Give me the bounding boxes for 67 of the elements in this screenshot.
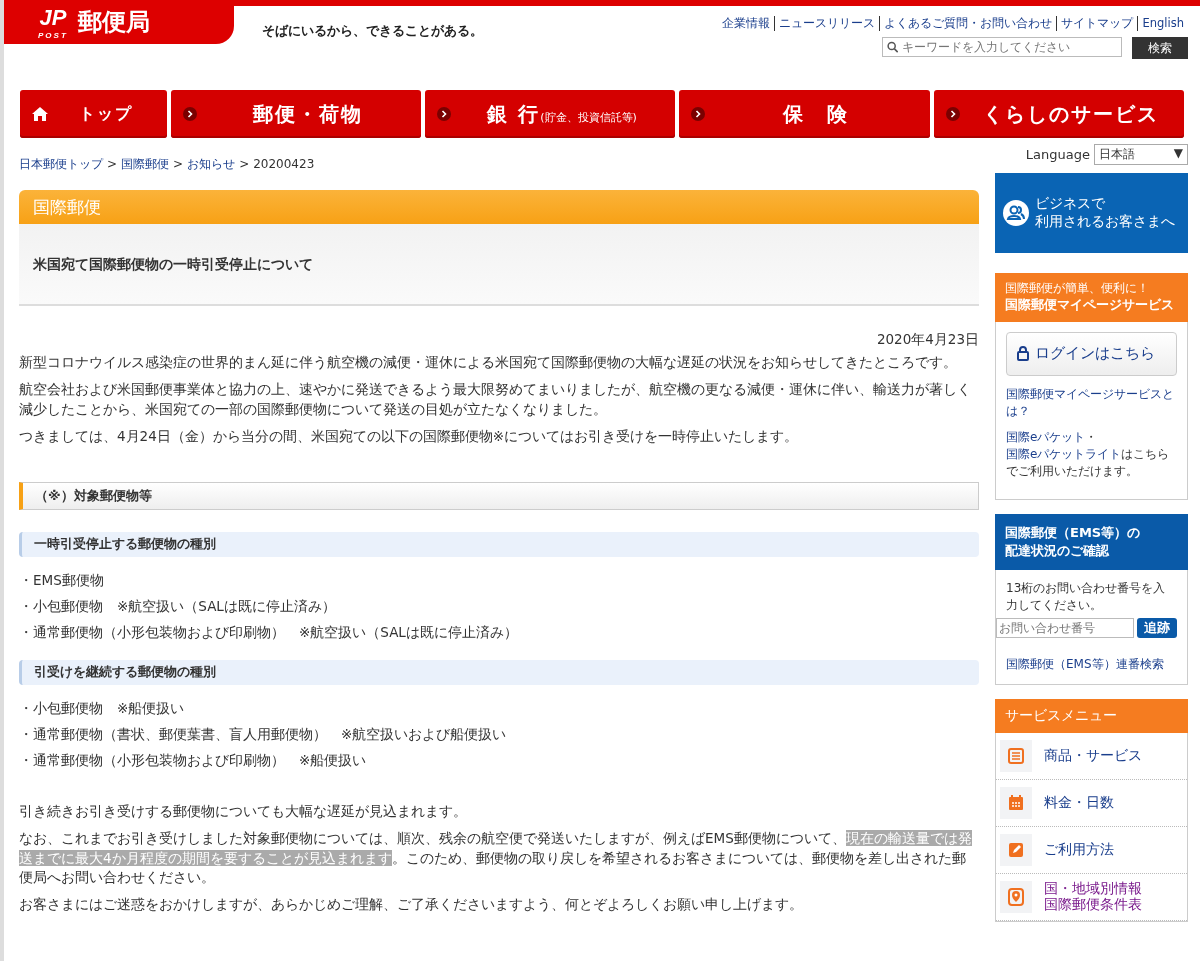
service-menu-link[interactable]: 商品・サービス bbox=[1044, 748, 1142, 764]
search-button[interactable]: 検索 bbox=[1132, 37, 1188, 59]
header-link[interactable]: サイトマップ bbox=[1056, 16, 1138, 31]
paragraph: 新型コロナウイルス感染症の世界的まん延に伴う航空機の減便・運休による米国宛て国際郵便物の大幅な遅延の状況をお知らせしてきたところです。 bbox=[19, 353, 958, 373]
breadcrumb-separator: > bbox=[173, 156, 184, 173]
calendar-icon bbox=[1008, 794, 1024, 811]
list-item: ・通常郵便物（小形包装物および印刷物） ※船便扱い bbox=[19, 751, 368, 771]
header-link[interactable]: よくあるご質問・お問い合わせ bbox=[879, 16, 1057, 31]
language-label: Language bbox=[1025, 147, 1090, 162]
tagline: そばにいるから、できることがある。 bbox=[262, 22, 483, 40]
service-menu-link[interactable]: 国・地域別情報 国際郵便条件表 bbox=[1044, 881, 1142, 913]
edit-icon bbox=[1008, 841, 1024, 858]
business-banner[interactable]: ビジネスで 利用されるお客さまへ bbox=[995, 173, 1188, 253]
category-header: 国際郵便 bbox=[19, 190, 979, 225]
search-field[interactable]: キーワードを入力してください bbox=[882, 37, 1122, 57]
list-icon bbox=[1008, 747, 1024, 764]
paragraph: 引き続きお引き受けする郵便物についても大幅な遅延が見込まれます。 bbox=[19, 802, 468, 822]
epacket-link[interactable]: 国際eパケット bbox=[1006, 429, 1086, 444]
nav-tab[interactable]: 保 険 bbox=[679, 90, 930, 138]
section-heading: （※）対象郵便物等 bbox=[19, 481, 979, 511]
service-menu-title: サービスメニュー bbox=[995, 698, 1188, 733]
mypage-title: 国際郵便マイページサービス bbox=[1005, 296, 1175, 314]
map-pin-icon bbox=[1008, 887, 1024, 906]
tracking-number-input[interactable]: お問い合わせ番号 bbox=[996, 618, 1134, 639]
track-button[interactable]: 追跡 bbox=[1137, 618, 1177, 639]
page-title: 米国宛て国際郵便物の一時引受停止について bbox=[19, 224, 979, 307]
nav-tab[interactable]: 銀 行(貯金、投資信託等) bbox=[424, 90, 676, 138]
people-icon bbox=[1003, 200, 1029, 226]
list-item: ・通常郵便物（書状、郵便葉書、盲人用郵便物） ※航空扱いおよび船便扱い bbox=[19, 724, 508, 744]
header-link[interactable]: 企業情報 bbox=[718, 16, 775, 31]
nav-tab[interactable]: くらしのサービス bbox=[933, 90, 1184, 138]
mypage-subtitle: 国際郵便が簡単、便利に！ bbox=[1005, 281, 1150, 296]
caret-icon: ▼ bbox=[1173, 146, 1183, 163]
header-link[interactable]: English bbox=[1137, 16, 1188, 31]
breadcrumb-link[interactable]: 日本郵便トップ bbox=[19, 156, 103, 176]
nav-tab[interactable]: トップ bbox=[20, 90, 167, 138]
paragraph: なお、これまでお引き受けしました対象郵便物については、順次、残余の航空便で発送いたしますが、例えばEMS郵便物について、現在の輸送量では発送までに最大4か月程度の期間を要することが見込まれます。このため、郵便物の取り戻しを希望されるお客さまについては、郵便物を差し出された郵便局へお問い合わせください。 bbox=[19, 829, 973, 887]
list-item: ・EMS郵便物 bbox=[19, 570, 105, 590]
lock-icon bbox=[1017, 346, 1029, 362]
serial-search-link[interactable]: 国際郵便（EMS等）連番検索 bbox=[1006, 657, 1164, 672]
breadcrumb-separator: > bbox=[239, 156, 250, 173]
nav-tab[interactable]: 郵便・荷物 bbox=[170, 90, 421, 138]
list-item: ・小包郵便物 ※船便扱い bbox=[19, 698, 186, 718]
list-item: ・通常郵便物（小形包装物および印刷物） ※航空扱い（SALは既に停止済み） bbox=[19, 623, 519, 643]
paragraph: お客さまにはご迷惑をおかけしますが、あらかじめご理解、ご了承くださいますよう、何とぞよろしくお願い申し上げます。 bbox=[19, 894, 804, 914]
breadcrumb-current: 20200423 bbox=[253, 156, 315, 173]
header-link[interactable]: ニュースリリース bbox=[774, 16, 880, 31]
tracking-title: 国際郵便（EMS等）の 配達状況のご確認 bbox=[995, 513, 1188, 570]
search-icon bbox=[887, 41, 899, 53]
date: 2020年4月23日 bbox=[875, 330, 979, 350]
home-icon bbox=[32, 107, 48, 121]
subsection-heading: 一時引受停止する郵便物の種別 bbox=[19, 532, 979, 557]
breadcrumb-link[interactable]: 国際郵便 bbox=[121, 156, 170, 176]
language-select[interactable]: 日本語 ▼ bbox=[1094, 144, 1188, 165]
service-menu-link[interactable]: 料金・日数 bbox=[1044, 795, 1114, 811]
epacket-text: 国際eパケット・ 国際eパケットライト はこちらでご利用いただけます。 bbox=[1006, 428, 1171, 481]
tracking-instructions: 13桁のお問い合わせ番号を入力してください。 bbox=[1006, 579, 1167, 615]
paragraph: 航空会社および米国郵便事業体と協力の上、速やかに発送できるよう最大限努めてまいりましたが、航空機の更なる減便・運休に伴い、輸送力が著しく減少したことから、米国宛ての一部の国際郵便物について発送の目処が立たなくなりました。 bbox=[19, 380, 972, 419]
login-button[interactable]: ログインはこちら bbox=[1006, 332, 1177, 376]
list-item: ・小包郵便物 ※航空扱い（SALは既に停止済み） bbox=[19, 596, 337, 616]
subsection-heading: 引受けを継続する郵便物の種別 bbox=[19, 660, 979, 685]
paragraph: つきましては、4月24日（金）から当分の間、米国宛ての以下の国際郵便物※についてはお引き受けを一時停止いたします。 bbox=[19, 426, 800, 446]
epacket-light-link[interactable]: 国際eパケットライト bbox=[1006, 446, 1122, 461]
service-menu-link[interactable]: ご利用方法 bbox=[1044, 842, 1114, 858]
breadcrumb-link[interactable]: お知らせ bbox=[187, 156, 236, 176]
mypage-about-link[interactable]: 国際郵便マイページサービスとは？ bbox=[1006, 385, 1177, 421]
breadcrumb-separator: > bbox=[107, 156, 118, 173]
